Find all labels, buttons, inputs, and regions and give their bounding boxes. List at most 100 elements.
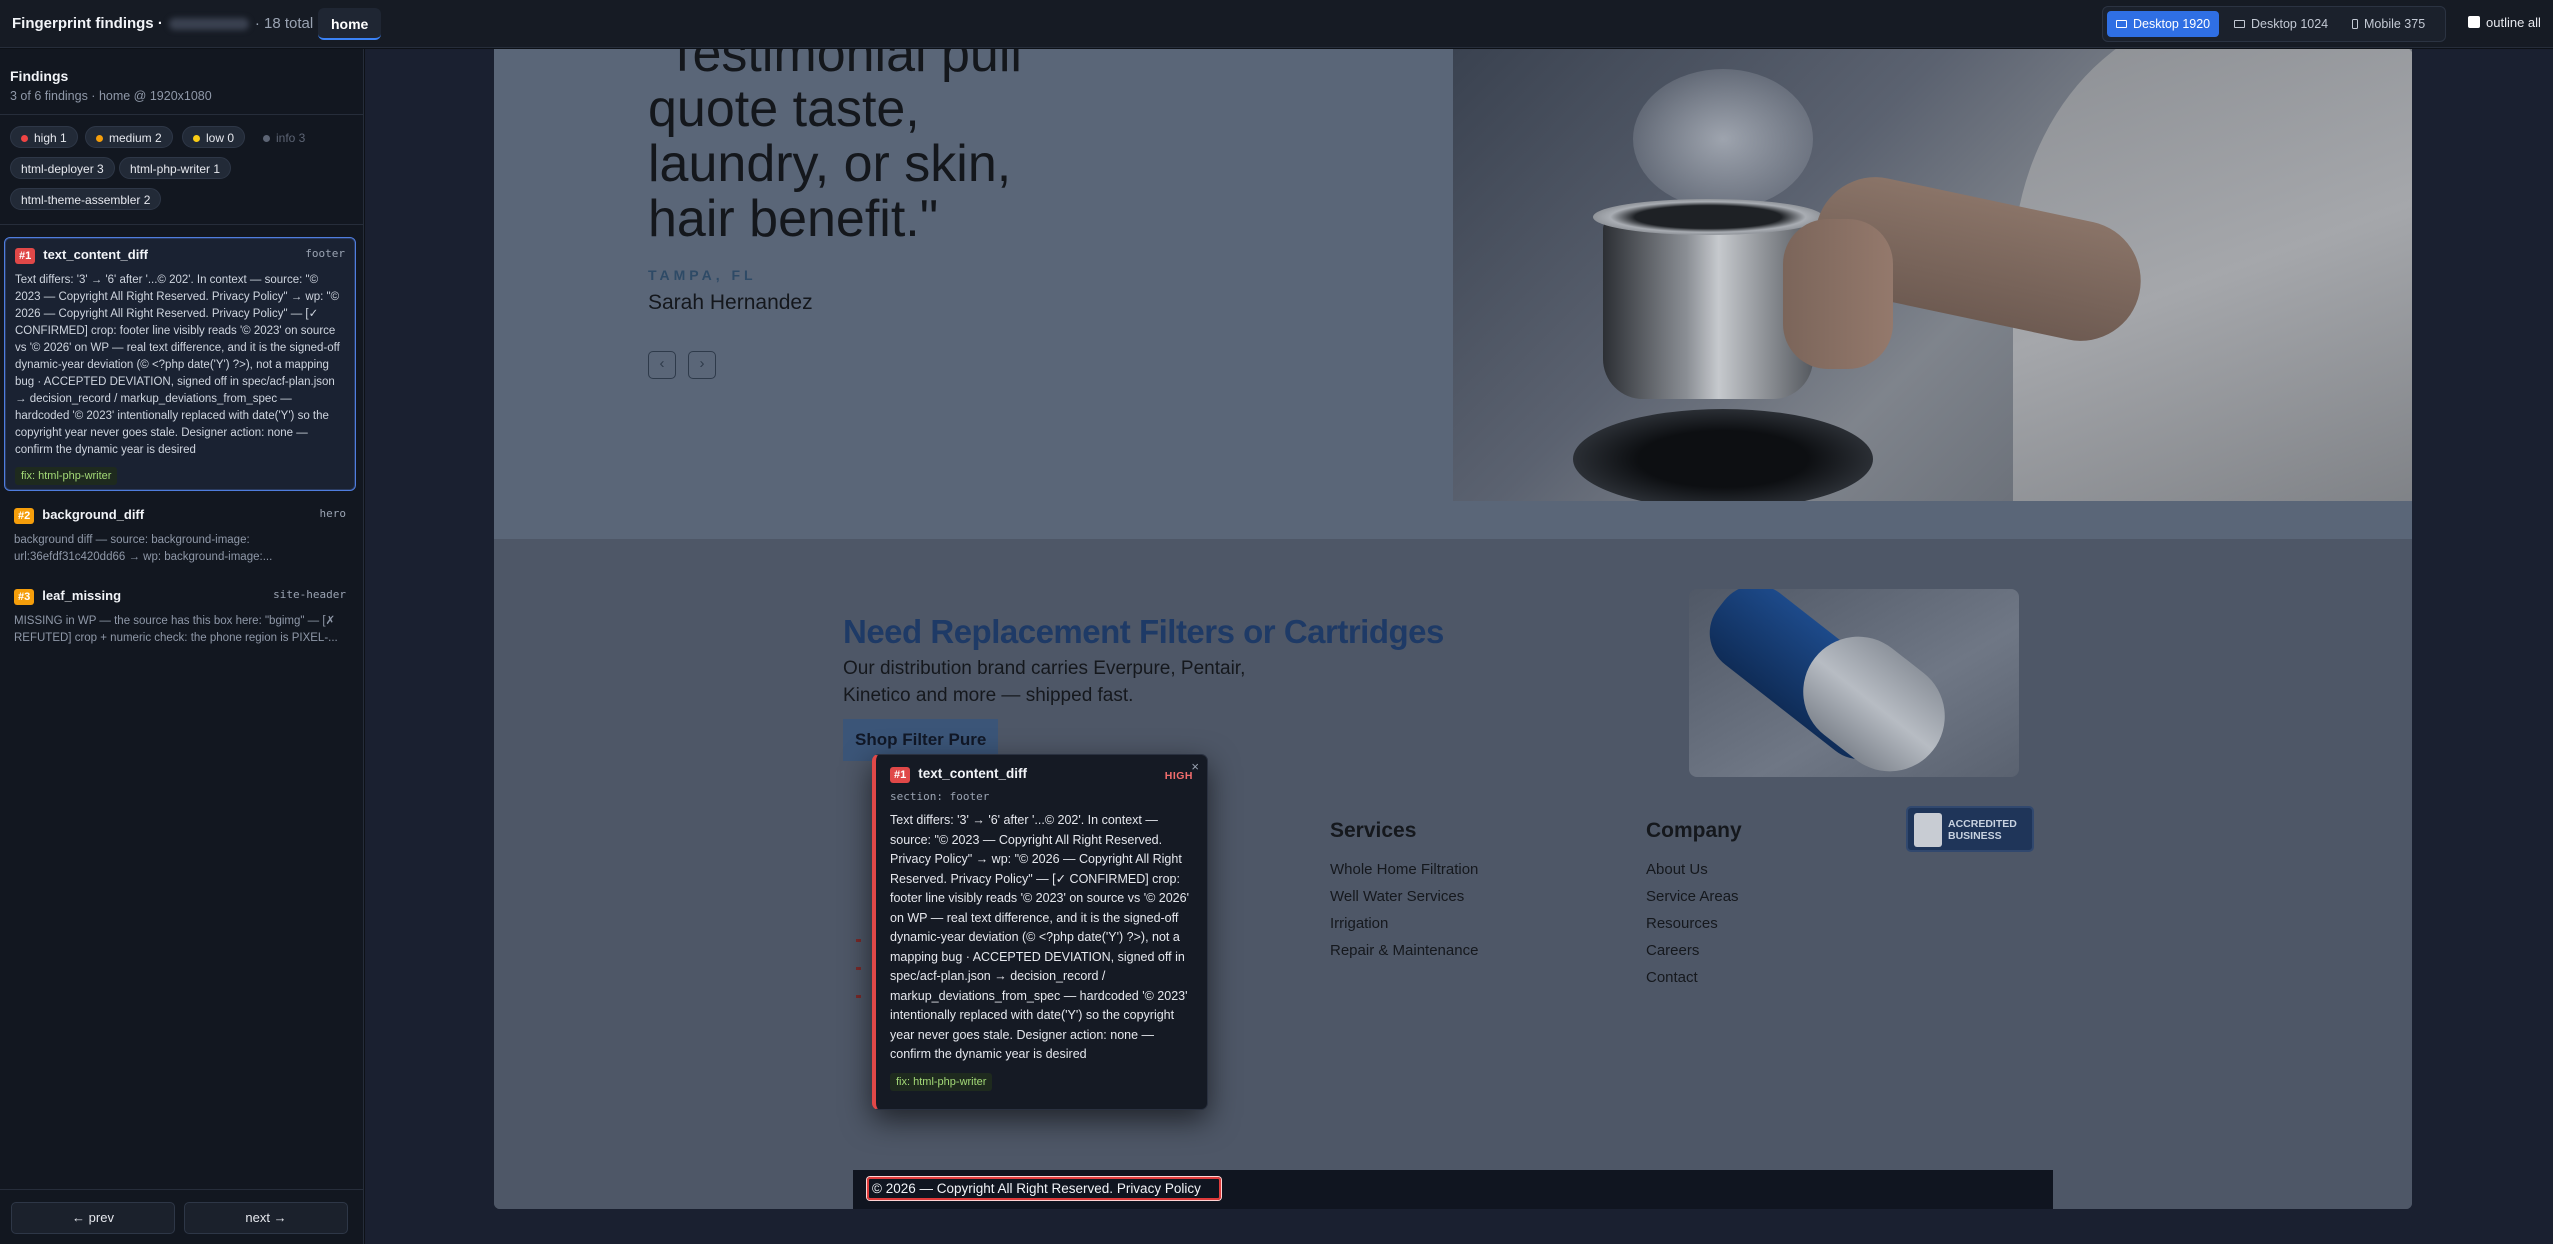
footer-copyright: © 2026 — Copyright All Right Reserved. P… xyxy=(872,1181,1201,1196)
bbb-line1: ACCREDITED xyxy=(1948,818,2017,830)
testimonial-section: "Testimonial pull quote taste, laundry, … xyxy=(494,49,2412,539)
footer-link[interactable]: Repair & Maintenance xyxy=(1330,942,1478,959)
finding-body: MISSING in WP — the source has this box … xyxy=(14,615,338,644)
desktop-icon xyxy=(2234,20,2245,28)
footer-link[interactable]: Whole Home Filtration xyxy=(1330,861,1478,878)
filters-heading: Need Replacement Filters or Cartridges xyxy=(843,613,1444,650)
viewport-mobile-375-button[interactable]: Mobile 375 xyxy=(2343,11,2434,37)
viewport-desktop-1024-button[interactable]: Desktop 1024 xyxy=(2225,11,2337,37)
testimonial-prev-button[interactable]: ‹ xyxy=(648,351,676,379)
finding-name: leaf_missing xyxy=(42,588,122,603)
filter-cartridge-image xyxy=(1689,589,2019,777)
footer-marker xyxy=(856,995,861,998)
finding-body: background diff — source: background-ima… xyxy=(14,534,273,563)
finding-section: footer xyxy=(305,247,345,260)
footer-link[interactable]: Irrigation xyxy=(1330,915,1388,932)
outline-all-checkbox[interactable] xyxy=(2468,16,2480,28)
finding-popover: #1 text_content_diff × HIGH section: foot… xyxy=(872,754,1208,1110)
finding-badge: #3 xyxy=(14,589,35,605)
site-preview: "Testimonial pull quote taste, laundry, … xyxy=(494,49,2412,1209)
tab-home[interactable]: home xyxy=(318,8,382,40)
footer-link[interactable]: Service Areas xyxy=(1646,888,1739,905)
filter-chip-medium[interactable]: medium 2 xyxy=(85,126,173,148)
preview-canvas[interactable]: "Testimonial pull quote taste, laundry, … xyxy=(365,49,2553,1244)
photo-pot xyxy=(1603,219,1813,399)
finding-name: background_diff xyxy=(42,507,145,522)
photo-burner xyxy=(1573,409,1873,501)
testimonial-location: TAMPA, FL xyxy=(648,267,757,283)
filter-chip-html-php-writer[interactable]: html-php-writer 1 xyxy=(119,157,232,179)
popover-severity: HIGH xyxy=(1164,770,1193,782)
popover-badge: #1 xyxy=(890,767,911,783)
chip-label: low 0 xyxy=(206,131,235,145)
app-title: Fingerprint findings · · 18 total xyxy=(12,15,313,32)
footer-link[interactable]: Resources xyxy=(1646,915,1718,932)
finding-badge: #1 xyxy=(15,248,36,264)
top-bar: Fingerprint findings · · 18 total home De… xyxy=(0,0,2553,48)
footer-link[interactable]: Careers xyxy=(1646,942,1699,959)
chip-label: medium 2 xyxy=(109,131,162,145)
severity-dot xyxy=(193,135,200,142)
finding-section: site-header xyxy=(273,588,346,601)
testimonial-photo xyxy=(1453,49,2412,501)
filter-chip-low[interactable]: low 0 xyxy=(182,126,246,148)
bbb-line2: BUSINESS xyxy=(1948,830,2002,842)
finding-name: text_content_diff xyxy=(43,247,148,262)
viewport-desktop-1920-button[interactable]: Desktop 1920 xyxy=(2107,11,2220,37)
popover-fix-tag: fix: html-php-writer xyxy=(890,1072,993,1091)
chip-label: high 1 xyxy=(34,131,67,145)
popover-section: section: footer xyxy=(890,790,990,803)
sidebar-title: Findings xyxy=(10,68,69,84)
footer-link[interactable]: Well Water Services xyxy=(1330,888,1464,905)
filters-section: Need Replacement Filters or Cartridges O… xyxy=(494,539,2412,1209)
finding-item-2[interactable]: #2 background_diff hero background diff —… xyxy=(4,498,356,572)
finding-item-3[interactable]: #3 leaf_missing site-header MISSING in WP… xyxy=(4,579,356,653)
finding-body: Text differs: '3' → '6' after '...© 202'… xyxy=(15,274,340,456)
prev-button[interactable]: ← prev xyxy=(11,1202,175,1234)
phone-icon xyxy=(2352,19,2358,29)
testimonial-next-button[interactable]: › xyxy=(688,351,716,379)
severity-dot xyxy=(96,135,103,142)
viewport-label: Desktop 1024 xyxy=(2251,17,2329,31)
bbb-text: ACCREDITED BUSINESS xyxy=(1948,818,2017,842)
outline-all-toggle[interactable]: outline all xyxy=(2468,15,2541,30)
viewport-label: Desktop 1920 xyxy=(2133,17,2211,31)
photo-hand xyxy=(1783,219,1893,369)
viewport-switcher: Desktop 1920 Desktop 1024 Mobile 375 xyxy=(2102,6,2446,42)
filter-chip-info[interactable]: info 3 xyxy=(252,126,316,148)
bbb-logo-icon xyxy=(1914,813,1942,847)
fix-tag: fix: html-php-writer xyxy=(15,467,118,485)
footer-link[interactable]: Contact xyxy=(1646,969,1698,986)
redacted-site-name xyxy=(168,18,249,31)
testimonial-quote: "Testimonial pull quote taste, laundry, … xyxy=(648,49,1022,248)
divider xyxy=(0,114,364,115)
popover-title: text_content_diff xyxy=(918,766,1028,781)
next-button[interactable]: next → xyxy=(184,1202,348,1234)
photo-steam xyxy=(1633,69,1813,209)
finding-badge: #2 xyxy=(14,508,35,524)
footer-marker xyxy=(856,967,861,970)
filters-text: Our distribution brand carries Everpure,… xyxy=(843,658,1246,706)
severity-dot xyxy=(263,135,270,142)
footer-services-heading: Services xyxy=(1330,819,1417,842)
footer-link[interactable]: About Us xyxy=(1646,861,1708,878)
chip-label: info 3 xyxy=(276,131,306,145)
finding-item-1[interactable]: #1 text_content_diff footer Text differs:… xyxy=(4,237,356,491)
severity-dot xyxy=(21,135,28,142)
footer-company-heading: Company xyxy=(1646,819,1742,842)
filter-chip-high[interactable]: high 1 xyxy=(10,126,78,148)
popover-body: Text differs: '3' → '6' after '...© 202'… xyxy=(890,813,1189,1061)
footer-marker xyxy=(856,939,861,942)
desktop-icon xyxy=(2116,20,2127,28)
outline-all-label: outline all xyxy=(2486,15,2541,30)
filter-chip-html-deployer[interactable]: html-deployer 3 xyxy=(10,157,115,179)
divider xyxy=(0,1189,364,1190)
finding-section: hero xyxy=(319,507,347,520)
filter-chip-html-theme-assembler[interactable]: html-theme-assembler 2 xyxy=(10,188,162,210)
findings-sidebar: Findings 3 of 6 findings · home @ 1920x1… xyxy=(0,49,364,1244)
bbb-badge: ACCREDITED BUSINESS xyxy=(1906,806,2034,852)
viewport-label: Mobile 375 xyxy=(2364,17,2426,31)
sidebar-subtitle: 3 of 6 findings · home @ 1920x1080 xyxy=(10,89,212,103)
testimonial-person: Sarah Hernandez xyxy=(648,291,813,314)
photo-pot-rim xyxy=(1593,199,1823,235)
